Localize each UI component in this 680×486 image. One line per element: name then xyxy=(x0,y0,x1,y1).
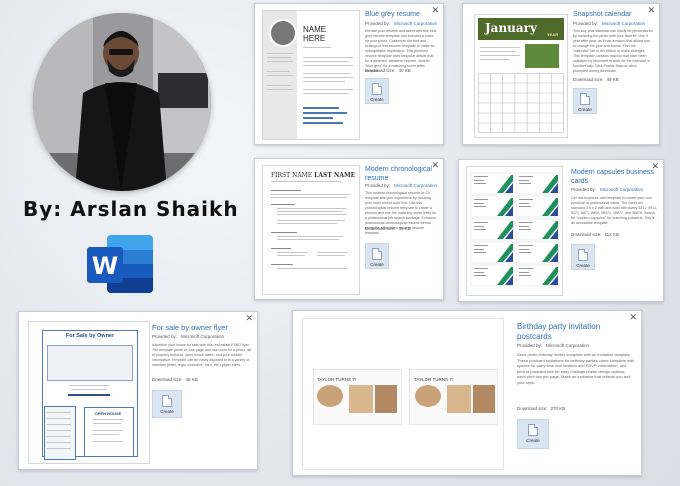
card-title[interactable]: Birthday party invitation postcards xyxy=(517,322,635,342)
microsoft-word-icon: W xyxy=(85,233,155,295)
provider-line: Provided by: Microsoft Corporation xyxy=(573,21,646,26)
document-icon xyxy=(528,424,538,436)
provider-line: Provided by: Microsoft Corporation xyxy=(152,334,225,339)
download-size: Download size: 45 KB xyxy=(152,377,198,382)
download-size: Download size: 45 KB xyxy=(573,77,619,82)
postcard-thumbnail[interactable]: TAYLOR TURNS 7! TAYLOR TURNS 7! xyxy=(302,318,504,470)
thumb-name: FIRST NAME LAST NAME xyxy=(271,172,356,179)
create-button[interactable]: Create xyxy=(573,88,597,114)
provider-line: Provided by: Microsoft Corporation xyxy=(365,183,438,188)
card-title[interactable]: Snapshot calendar xyxy=(573,10,653,19)
card-title[interactable]: Modern capsules business cards xyxy=(571,168,657,186)
create-button[interactable]: Create xyxy=(152,390,182,418)
close-icon[interactable]: ✕ xyxy=(245,313,253,323)
create-button[interactable]: Create xyxy=(517,419,549,449)
document-icon xyxy=(162,395,172,407)
template-card-snapshot-calendar[interactable]: ✕ January YEAR Snapshot calendar Provide… xyxy=(462,3,660,145)
resume-thumbnail[interactable]: FIRST NAME LAST NAME xyxy=(262,165,360,295)
svg-text:W: W xyxy=(92,252,118,280)
card-title[interactable]: Modern chronological resume xyxy=(365,165,437,183)
download-size: Download size: 40 KB xyxy=(365,68,411,73)
resume-thumbnail[interactable]: NAME HERE xyxy=(262,10,360,140)
provider-line: Provided by: Microsoft Corporation xyxy=(517,343,590,348)
card-description: Advertise your house for sale with this … xyxy=(152,343,252,367)
document-icon xyxy=(580,93,590,105)
card-description: This any year calendar can easily be per… xyxy=(573,29,653,73)
template-card-birthday-party-invitation-postcards[interactable]: ✕ TAYLOR TURNS 7! TAYLOR TURNS 7! Birthd… xyxy=(292,310,642,476)
close-icon[interactable]: ✕ xyxy=(629,312,637,322)
download-size: Download size: 46 KB xyxy=(365,226,411,231)
template-card-modern-chronological-resume[interactable]: ✕ FIRST NAME LAST NAME Modern chronologi… xyxy=(254,158,444,300)
template-card-blue-grey-resume[interactable]: ✕ NAME HERE Blue grey resume Provided by:… xyxy=(254,3,444,145)
thumb-heading: For Sale by Owner xyxy=(65,333,115,339)
create-button[interactable]: Create xyxy=(365,243,389,269)
card-description: Send photo birthday invites complete wit… xyxy=(517,352,635,385)
create-button[interactable]: Create xyxy=(571,244,595,270)
card-description: Get this business card template to creat… xyxy=(571,196,657,225)
thumb-caption: TAYLOR TURNS 7! xyxy=(414,377,454,382)
avatar xyxy=(33,13,211,191)
thumb-month: January xyxy=(485,21,537,35)
thumb-name: NAME HERE xyxy=(303,25,327,43)
thumb-caption: TAYLOR TURNS 7! xyxy=(317,377,357,382)
flyer-thumbnail[interactable]: For Sale by Owner OPEN HOUSE xyxy=(28,321,150,464)
calendar-thumbnail[interactable]: January YEAR xyxy=(474,14,568,138)
create-button[interactable]: Create xyxy=(365,78,389,104)
download-size: Download size: 270 KB xyxy=(517,406,566,411)
template-card-modern-capsules-business-cards[interactable]: ✕ Modern capsules business cards Provide… xyxy=(458,159,664,302)
document-icon xyxy=(578,249,588,261)
provider-line: Provided by: Microsoft Corporation xyxy=(571,187,644,192)
thumb-year: YEAR xyxy=(547,32,559,37)
document-icon xyxy=(372,248,382,260)
business-cards-thumbnail[interactable] xyxy=(466,166,563,296)
download-size: Download size: 112 KB xyxy=(571,232,619,237)
business-card-grid xyxy=(470,172,559,287)
document-icon xyxy=(372,83,382,95)
avatar-photo xyxy=(33,13,211,191)
thumb-open-house: OPEN HOUSE xyxy=(94,411,122,416)
author-byline: By: Arslan Shaikh xyxy=(23,197,239,221)
card-title[interactable]: For sale by owner flyer xyxy=(152,323,252,332)
template-card-for-sale-by-owner-flyer[interactable]: ✕ For Sale by Owner OPEN HOUSE For sale … xyxy=(18,311,258,470)
provider-line: Provided by: Microsoft Corporation xyxy=(365,21,438,26)
card-title[interactable]: Blue grey resume xyxy=(365,10,437,19)
